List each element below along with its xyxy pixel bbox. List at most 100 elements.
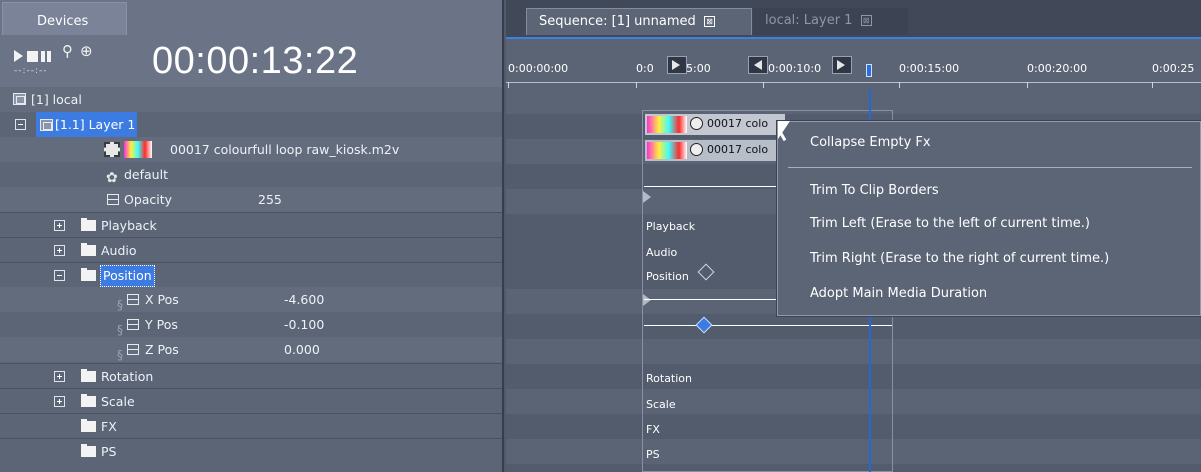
tab-label: Sequence: [1] unnamed	[539, 14, 696, 29]
layer-label: [1.1] Layer 1	[54, 117, 136, 132]
tree-row-default[interactable]: ✿ default	[0, 162, 502, 187]
ruler-baseline	[506, 82, 1201, 83]
tree-label: Rotation	[101, 369, 154, 384]
zoom-out-icon[interactable]: ⚲	[62, 42, 73, 60]
close-icon[interactable]: ⊠	[703, 16, 715, 27]
pause-icon[interactable]	[41, 51, 45, 62]
menu-item-trim-to-clip-borders[interactable]: Trim To Clip Borders	[810, 183, 939, 198]
clip-name: 00017 colo	[707, 143, 769, 156]
tab-local-layer[interactable]: local: Layer 1 ⊠	[753, 8, 908, 35]
folder-icon	[81, 243, 96, 256]
devices-tab[interactable]: Devices	[2, 2, 127, 35]
tree-row-media[interactable]: 00017 colourfull loop raw_kiosk.m2v	[0, 137, 502, 162]
playhead-handle[interactable]	[866, 64, 872, 77]
y-pos-value[interactable]: -0.100	[284, 312, 324, 337]
tab-sequence[interactable]: Sequence: [1] unnamed ⊠	[526, 8, 752, 35]
ruler-label: 0:00:10:0	[768, 62, 822, 75]
opacity-value[interactable]: 255	[258, 187, 282, 212]
tree-label: Playback	[101, 218, 157, 233]
keyframe-start-icon[interactable]	[643, 191, 651, 203]
tree-row-audio[interactable]: Audio	[0, 237, 502, 262]
cue-marker-icon[interactable]	[832, 56, 852, 74]
stop-icon[interactable]	[27, 51, 38, 62]
tree-row-opacity[interactable]: Opacity 255	[0, 187, 502, 212]
track-label-position: Position	[646, 270, 689, 283]
tree-label: [1] local	[31, 92, 82, 107]
collapse-icon[interactable]	[54, 270, 65, 281]
collapse-icon[interactable]	[15, 119, 26, 130]
menu-item-adopt-main-media-duration[interactable]: Adopt Main Media Duration	[810, 286, 987, 301]
ruler-tick	[899, 82, 900, 88]
clock-icon	[690, 117, 703, 130]
folder-icon	[81, 369, 96, 382]
tree-row-local[interactable]: [1] local	[0, 87, 502, 112]
context-menu: Collapse Empty Fx Trim To Clip Borders T…	[777, 121, 1201, 316]
property-icon	[107, 194, 119, 205]
zoom-in-icon[interactable]: ⊕	[80, 42, 93, 60]
tree-row-fx[interactable]: FX	[0, 413, 502, 438]
tree-label: X Pos	[145, 292, 179, 307]
ruler-tick	[1027, 82, 1028, 88]
play-icon[interactable]	[14, 50, 23, 62]
cue-marker-icon[interactable]	[748, 56, 768, 74]
media-clip[interactable]: 00017 colo	[645, 140, 785, 161]
track-label-scale: Scale	[646, 398, 676, 411]
tree-row-x-pos[interactable]: § X Pos -4.600	[0, 287, 502, 312]
track-label-rotation: Rotation	[646, 372, 693, 385]
menu-item-collapse-empty-fx[interactable]: Collapse Empty Fx	[810, 135, 931, 150]
media-clip[interactable]: 00017 colo	[645, 114, 785, 135]
tree-row-y-pos[interactable]: § Y Pos -0.100	[0, 312, 502, 337]
ruler-tick	[636, 82, 637, 88]
tree-label: default	[124, 167, 168, 182]
timecode-display: 00:00:13:22	[152, 40, 359, 82]
ruler-label: 0:00:00:00	[508, 62, 569, 75]
tree-row-scale[interactable]: Scale	[0, 388, 502, 413]
property-icon	[127, 294, 139, 305]
cue-marker-icon[interactable]	[667, 56, 687, 74]
track-label-fx: FX	[646, 423, 660, 436]
folder-icon	[81, 268, 96, 281]
folder-icon	[81, 444, 96, 457]
track-label-playback: Playback	[646, 220, 696, 233]
menu-item-trim-left[interactable]: Trim Left (Erase to the left of current …	[810, 216, 1090, 231]
small-timecode: --:--:--	[14, 66, 48, 76]
tree-label: FX	[101, 419, 117, 434]
clock-icon	[690, 143, 703, 156]
tree-label: Z Pos	[145, 342, 179, 357]
ruler-label: 0:0	[636, 62, 654, 75]
tree-label: 00017 colourfull loop raw_kiosk.m2v	[170, 142, 400, 157]
time-ruler[interactable]: 0:00:00:00 0:0 5:00 0:00:10:0 0:00:15:00…	[506, 37, 1201, 89]
folder-icon	[81, 394, 96, 407]
tree-label: Scale	[101, 394, 135, 409]
clip-thumbnail	[647, 142, 687, 159]
expand-icon[interactable]	[54, 396, 65, 407]
menu-item-trim-right[interactable]: Trim Right (Erase to the right of curren…	[810, 251, 1109, 266]
ruler-tick	[763, 82, 764, 88]
device-icon	[13, 93, 26, 105]
ruler-label: 0:00:20:00	[1027, 62, 1088, 75]
folder-icon	[81, 218, 96, 231]
expand-icon[interactable]	[54, 371, 65, 382]
tree-label: Y Pos	[145, 317, 178, 332]
tree-row-playback[interactable]: Playback	[0, 212, 502, 237]
devices-tab-bar: Devices	[0, 0, 502, 37]
keyframe-start-icon[interactable]	[643, 294, 651, 306]
expand-icon[interactable]	[54, 220, 65, 231]
ruler-label: 0:00:15:00	[899, 62, 960, 75]
ruler-tick	[508, 82, 509, 88]
z-pos-value[interactable]: 0.000	[284, 337, 320, 362]
clip-name: 00017 colo	[707, 117, 769, 130]
close-icon[interactable]: ⊠	[860, 15, 872, 26]
tree-row-position[interactable]: Position	[0, 262, 502, 287]
menu-separator	[788, 167, 1192, 168]
expand-icon[interactable]	[54, 245, 65, 256]
y-pos-curve	[644, 325, 892, 326]
ruler-label: 5:00	[686, 62, 711, 75]
tree-row-layer[interactable]: [1.1] Layer 1	[0, 112, 502, 137]
track-label-audio: Audio	[646, 246, 678, 259]
tree-row-ps[interactable]: PS	[0, 438, 502, 463]
ruler-tick	[1152, 82, 1153, 88]
x-pos-value[interactable]: -4.600	[284, 287, 324, 312]
tree-row-rotation[interactable]: Rotation	[0, 363, 502, 388]
tree-row-z-pos[interactable]: § Z Pos 0.000	[0, 337, 502, 362]
